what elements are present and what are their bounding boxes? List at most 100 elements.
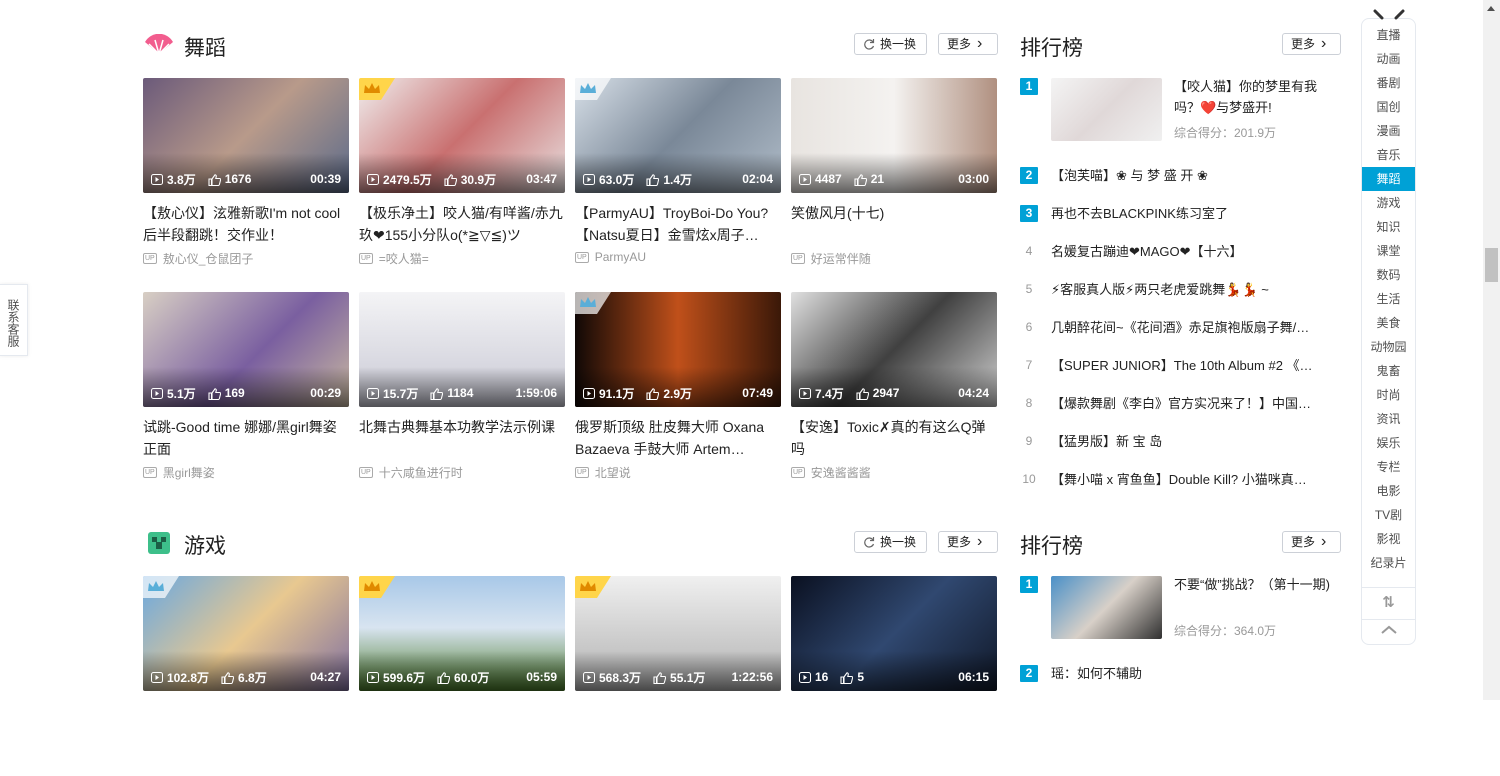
nav-item[interactable]: 鬼畜 <box>1362 359 1415 383</box>
video-title[interactable]: 北舞古典舞基本功教学法示例课 <box>359 416 565 438</box>
ranking-title-text[interactable]: 瑶：如何不辅助 <box>1051 665 1333 682</box>
ranking-title-text[interactable]: ⚡客服真人版⚡两只老虎爱跳舞💃💃 ~ <box>1051 281 1333 298</box>
video-thumbnail[interactable]: 599.6万 60.0万 05:59 <box>359 576 565 691</box>
ranking-title-text[interactable]: 【咬人猫】你的梦里有我吗？❤️与梦盛开! <box>1174 76 1334 118</box>
ranking-item[interactable]: 8 【爆款舞剧《李白》官方实况来了！】中国… <box>1020 395 1340 419</box>
ranking-item[interactable]: 1 不要“做”挑战？（第十一期) 综合得分：364.0万 <box>1020 576 1340 646</box>
nav-item[interactable]: 美食 <box>1362 311 1415 335</box>
nav-item[interactable]: 国创 <box>1362 95 1415 119</box>
nav-item[interactable]: 生活 <box>1362 287 1415 311</box>
nav-item[interactable]: 动物园 <box>1362 335 1415 359</box>
video-thumbnail[interactable]: 15.7万 1184 1:59:06 <box>359 292 565 407</box>
nav-item[interactable]: 影视 <box>1362 527 1415 551</box>
uploader-name[interactable]: =咬人猫= <box>379 250 429 267</box>
uploader[interactable]: UP 黑girl舞姿 <box>143 464 215 481</box>
scroll-up-arrow-icon[interactable] <box>1487 6 1495 11</box>
uploader[interactable]: UP 十六咸鱼进行时 <box>359 464 463 481</box>
nav-item[interactable]: 番剧 <box>1362 71 1415 95</box>
ranking-item[interactable]: 4 名媛复古蹦迪❤MAGO❤【十六】 <box>1020 243 1340 267</box>
video-card[interactable]: 16 5 06:15 <box>791 576 997 776</box>
uploader-name[interactable]: 好运常伴随 <box>811 250 871 267</box>
ranking-title-text[interactable]: 【猛男版】新 宝 岛 <box>1051 433 1333 450</box>
ranking-item[interactable]: 10 【舞小喵 x 宵鱼鱼】Double Kill? 小猫咪真… <box>1020 471 1340 495</box>
refresh-button[interactable]: 换一换 <box>854 531 927 553</box>
ranking-title-text[interactable]: 【SUPER JUNIOR】The 10th Album #2 《… <box>1051 357 1333 374</box>
video-card[interactable]: 5.1万 169 00:29 试跳-Good time 娜娜/黑girl舞姿正面 UP 黑… <box>143 292 349 492</box>
ranking-title-text[interactable]: 不要“做”挑战？（第十一期) <box>1174 574 1334 595</box>
ranking-item[interactable]: 2 瑶：如何不辅助 <box>1020 665 1340 689</box>
nav-item[interactable]: 课堂 <box>1362 239 1415 263</box>
video-title[interactable]: 笑傲风月(十七) <box>791 202 997 224</box>
ranking-more-button[interactable]: 更多 › <box>1282 531 1341 553</box>
ranking-title-text[interactable]: 名媛复古蹦迪❤MAGO❤【十六】 <box>1051 243 1333 260</box>
ranking-item[interactable]: 3 再也不去BLACKPINK练习室了 <box>1020 205 1340 229</box>
video-thumbnail[interactable]: 4487 21 03:00 <box>791 78 997 193</box>
uploader[interactable]: UP 北望说 <box>575 464 631 481</box>
nav-item[interactable]: 音乐 <box>1362 143 1415 167</box>
ranking-thumbnail[interactable] <box>1051 78 1162 141</box>
nav-item[interactable]: TV剧 <box>1362 503 1415 527</box>
ranking-more-button[interactable]: 更多 › <box>1282 33 1341 55</box>
video-thumbnail[interactable]: 3.8万 1676 00:39 <box>143 78 349 193</box>
video-title[interactable]: 【ParmyAU】TroyBoi-Do You?【Natsu夏日】金雪炫x周子… <box>575 202 781 246</box>
ranking-title-text[interactable]: 几朝醉花间~《花间酒》赤足旗袍版扇子舞/… <box>1051 319 1333 336</box>
video-thumbnail[interactable]: 102.8万 6.8万 04:27 <box>143 576 349 691</box>
video-title[interactable]: 【敖心仪】泫雅新歌I'm not cool后半段翻跳！交作业！ <box>143 202 349 246</box>
ranking-item[interactable]: 1 【咬人猫】你的梦里有我吗？❤️与梦盛开! 综合得分：201.9万 <box>1020 78 1340 148</box>
video-card[interactable]: 91.1万 2.9万 07:49 俄罗斯顶级 肚皮舞大师 Oxana Bazaeva … <box>575 292 781 492</box>
uploader-name[interactable]: 敖心仪_仓鼠团子 <box>163 250 254 267</box>
video-title[interactable]: 俄罗斯顶级 肚皮舞大师 Oxana Bazaeva 手鼓大师 Artem… <box>575 416 781 460</box>
uploader[interactable]: UP 好运常伴随 <box>791 250 871 267</box>
video-card[interactable]: 4487 21 03:00 笑傲风月(十七) UP 好运常伴随 <box>791 78 997 278</box>
video-thumbnail[interactable]: 568.3万 55.1万 1:22:56 <box>575 576 781 691</box>
scrollbar[interactable] <box>1483 0 1500 700</box>
more-button[interactable]: 更多 › <box>938 33 998 55</box>
contact-support-button[interactable]: 联系客服 <box>0 284 28 356</box>
video-card[interactable]: 102.8万 6.8万 04:27 <box>143 576 349 776</box>
uploader-name[interactable]: ParmyAU <box>595 250 646 264</box>
video-card[interactable]: 568.3万 55.1万 1:22:56 <box>575 576 781 776</box>
nav-item[interactable]: 动画 <box>1362 47 1415 71</box>
video-thumbnail[interactable]: 7.4万 2947 04:24 <box>791 292 997 407</box>
uploader[interactable]: UP 安逸酱酱酱 <box>791 464 871 481</box>
ranking-thumbnail[interactable] <box>1051 576 1162 639</box>
video-card[interactable]: 7.4万 2947 04:24 【安逸】Toxic✗真的有这么Q弹吗 UP 安逸酱酱酱 <box>791 292 997 492</box>
uploader[interactable]: UP 敖心仪_仓鼠团子 <box>143 250 253 267</box>
ranking-item[interactable]: 6 几朝醉花间~《花间酒》赤足旗袍版扇子舞/… <box>1020 319 1340 343</box>
ranking-item[interactable]: 9 【猛男版】新 宝 岛 <box>1020 433 1340 457</box>
uploader-name[interactable]: 安逸酱酱酱 <box>811 464 871 481</box>
nav-item[interactable]: 漫画 <box>1362 119 1415 143</box>
video-card[interactable]: 2479.5万 30.9万 03:47 【极乐净土】咬人猫/有咩酱/赤九玖❤155小分… <box>359 78 565 278</box>
video-title[interactable]: 【极乐净土】咬人猫/有咩酱/赤九玖❤155小分队o(*≧▽≦)ツ <box>359 202 565 246</box>
nav-item[interactable]: 时尚 <box>1362 383 1415 407</box>
refresh-button[interactable]: 换一换 <box>854 33 927 55</box>
video-card[interactable]: 15.7万 1184 1:59:06 北舞古典舞基本功教学法示例课 UP 十六咸鱼进行时 <box>359 292 565 492</box>
video-card[interactable]: 63.0万 1.4万 02:04 【ParmyAU】TroyBoi-Do You?【N… <box>575 78 781 278</box>
video-title[interactable]: 【安逸】Toxic✗真的有这么Q弹吗 <box>791 416 997 460</box>
video-thumbnail[interactable]: 63.0万 1.4万 02:04 <box>575 78 781 193</box>
nav-item[interactable]: 游戏 <box>1362 191 1415 215</box>
nav-item[interactable]: 电影 <box>1362 479 1415 503</box>
video-card[interactable]: 3.8万 1676 00:39 【敖心仪】泫雅新歌I'm not cool后半段翻跳！… <box>143 78 349 278</box>
uploader[interactable]: UP =咬人猫= <box>359 250 429 267</box>
nav-item[interactable]: 专栏 <box>1362 455 1415 479</box>
video-thumbnail[interactable]: 91.1万 2.9万 07:49 <box>575 292 781 407</box>
ranking-title-text[interactable]: 【爆款舞剧《李白》官方实况来了！】中国… <box>1051 395 1333 412</box>
sort-icon[interactable]: ⇅ <box>1362 591 1415 615</box>
nav-item[interactable]: 娱乐 <box>1362 431 1415 455</box>
nav-item[interactable]: 直播 <box>1362 23 1415 47</box>
nav-item[interactable]: 知识 <box>1362 215 1415 239</box>
video-thumbnail[interactable]: 16 5 06:15 <box>791 576 997 691</box>
ranking-title-text[interactable]: 再也不去BLACKPINK练习室了 <box>1051 205 1333 222</box>
nav-item[interactable]: 舞蹈 <box>1362 167 1415 191</box>
video-title[interactable]: 试跳-Good time 娜娜/黑girl舞姿正面 <box>143 416 349 460</box>
nav-item[interactable]: 数码 <box>1362 263 1415 287</box>
nav-item[interactable]: 纪录片 <box>1362 551 1415 575</box>
video-thumbnail[interactable]: 5.1万 169 00:29 <box>143 292 349 407</box>
ranking-item[interactable]: 7 【SUPER JUNIOR】The 10th Album #2 《… <box>1020 357 1340 381</box>
ranking-item[interactable]: 2 【泡芙喵】❀ 与 梦 盛 开 ❀ <box>1020 167 1340 191</box>
uploader-name[interactable]: 十六咸鱼进行时 <box>379 464 463 481</box>
nav-item[interactable]: 资讯 <box>1362 407 1415 431</box>
ranking-title-text[interactable]: 【泡芙喵】❀ 与 梦 盛 开 ❀ <box>1051 167 1333 184</box>
video-card[interactable]: 599.6万 60.0万 05:59 <box>359 576 565 776</box>
